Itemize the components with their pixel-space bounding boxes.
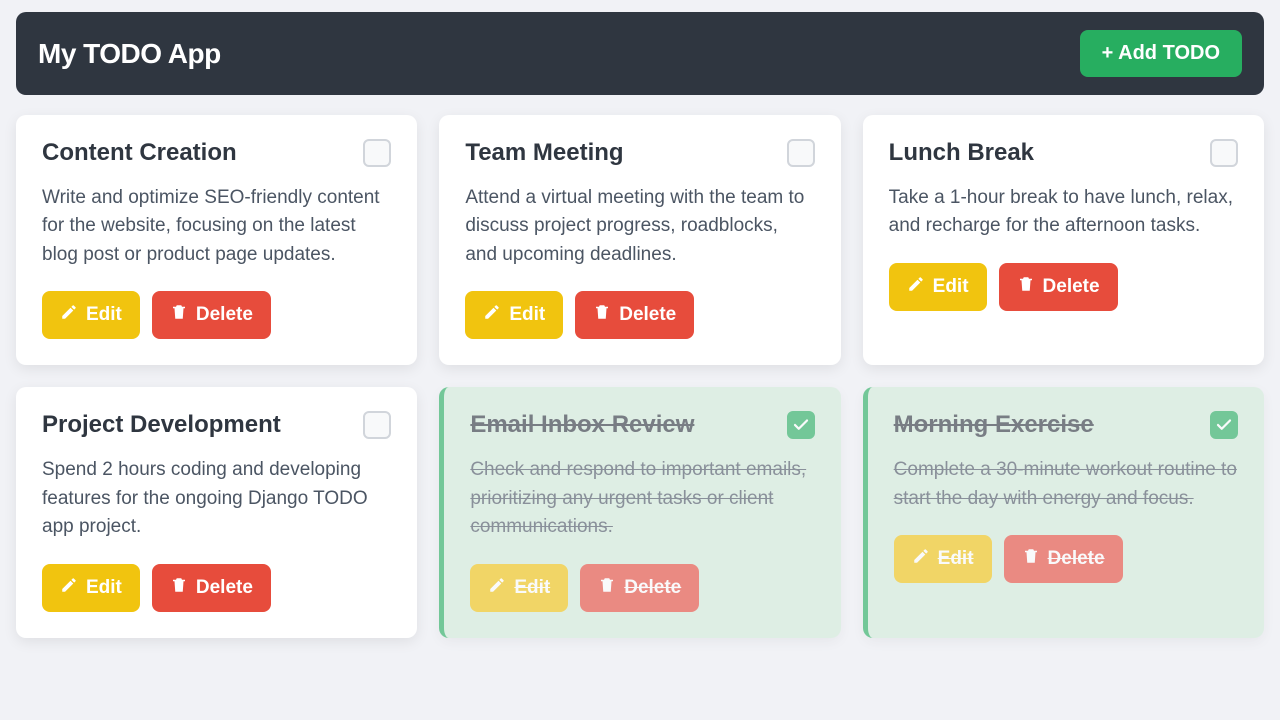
todo-checkbox[interactable] [363, 411, 391, 439]
card-actions: Edit Delete [894, 535, 1238, 583]
edit-icon [912, 547, 930, 571]
card-actions: Edit Delete [889, 263, 1238, 311]
delete-label: Delete [1048, 548, 1105, 570]
edit-button[interactable]: Edit [42, 291, 140, 339]
edit-button[interactable]: Edit [465, 291, 563, 339]
edit-button[interactable]: Edit [470, 564, 568, 612]
edit-button[interactable]: Edit [894, 535, 992, 583]
delete-button[interactable]: Delete [575, 291, 694, 339]
todo-card: Morning Exercise Complete a 30-minute wo… [863, 387, 1264, 637]
edit-button[interactable]: Edit [889, 263, 987, 311]
app-title: My TODO App [38, 38, 221, 70]
delete-label: Delete [619, 304, 676, 326]
todo-title: Project Development [42, 411, 281, 440]
edit-label: Edit [86, 577, 122, 599]
todo-checkbox[interactable] [787, 139, 815, 167]
delete-button[interactable]: Delete [1004, 535, 1123, 583]
delete-button[interactable]: Delete [999, 263, 1118, 311]
card-header: Team Meeting [465, 139, 814, 168]
todo-title: Lunch Break [889, 139, 1034, 168]
trash-icon [598, 576, 616, 600]
todo-card: Content Creation Write and optimize SEO-… [16, 115, 417, 365]
trash-icon [593, 303, 611, 327]
todo-card: Email Inbox Review Check and respond to … [439, 387, 840, 637]
todo-title: Email Inbox Review [470, 411, 694, 440]
todo-card: Project Development Spend 2 hours coding… [16, 387, 417, 637]
delete-label: Delete [1043, 276, 1100, 298]
card-header: Content Creation [42, 139, 391, 168]
add-todo-button[interactable]: + Add TODO [1080, 30, 1242, 77]
todo-checkbox[interactable] [787, 411, 815, 439]
trash-icon [170, 576, 188, 600]
todo-checkbox[interactable] [1210, 411, 1238, 439]
todo-card: Lunch Break Take a 1-hour break to have … [863, 115, 1264, 365]
edit-icon [60, 303, 78, 327]
card-actions: Edit Delete [42, 291, 391, 339]
delete-button[interactable]: Delete [152, 564, 271, 612]
todo-title: Morning Exercise [894, 411, 1094, 440]
card-header: Email Inbox Review [470, 411, 814, 440]
trash-icon [170, 303, 188, 327]
delete-label: Delete [196, 304, 253, 326]
todo-description: Write and optimize SEO-friendly content … [42, 184, 391, 270]
todo-card: Team Meeting Attend a virtual meeting wi… [439, 115, 840, 365]
edit-label: Edit [933, 276, 969, 298]
todo-grid: Content Creation Write and optimize SEO-… [16, 115, 1264, 638]
todo-title: Team Meeting [465, 139, 623, 168]
todo-description: Complete a 30-minute workout routine to … [894, 456, 1238, 513]
todo-description: Take a 1-hour break to have lunch, relax… [889, 184, 1238, 241]
card-actions: Edit Delete [470, 564, 814, 612]
card-actions: Edit Delete [42, 564, 391, 612]
todo-description: Attend a virtual meeting with the team t… [465, 184, 814, 270]
delete-button[interactable]: Delete [152, 291, 271, 339]
card-actions: Edit Delete [465, 291, 814, 339]
todo-description: Check and respond to important emails, p… [470, 456, 814, 542]
edit-icon [907, 275, 925, 299]
trash-icon [1022, 547, 1040, 571]
edit-label: Edit [86, 304, 122, 326]
delete-label: Delete [196, 577, 253, 599]
edit-label: Edit [514, 577, 550, 599]
card-header: Morning Exercise [894, 411, 1238, 440]
card-header: Project Development [42, 411, 391, 440]
todo-description: Spend 2 hours coding and developing feat… [42, 456, 391, 542]
app-header: My TODO App + Add TODO [16, 12, 1264, 95]
edit-icon [488, 576, 506, 600]
trash-icon [1017, 275, 1035, 299]
todo-title: Content Creation [42, 139, 237, 168]
edit-icon [483, 303, 501, 327]
todo-checkbox[interactable] [363, 139, 391, 167]
edit-icon [60, 576, 78, 600]
edit-label: Edit [509, 304, 545, 326]
edit-label: Edit [938, 548, 974, 570]
card-header: Lunch Break [889, 139, 1238, 168]
delete-button[interactable]: Delete [580, 564, 699, 612]
todo-checkbox[interactable] [1210, 139, 1238, 167]
delete-label: Delete [624, 577, 681, 599]
edit-button[interactable]: Edit [42, 564, 140, 612]
